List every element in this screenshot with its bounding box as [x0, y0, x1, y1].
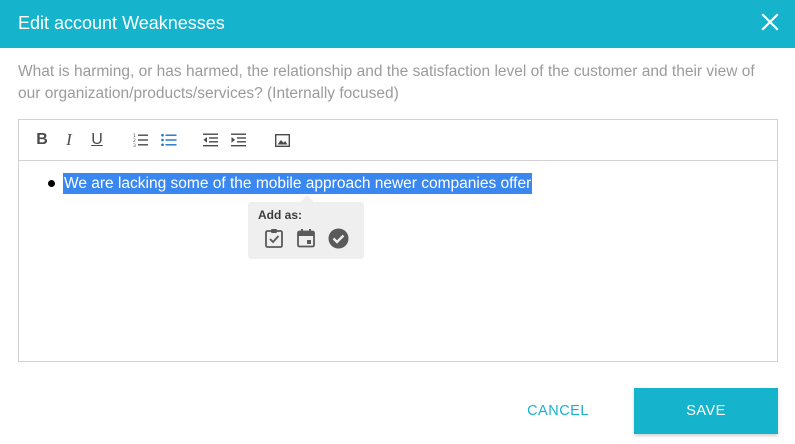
save-button[interactable]: SAVE: [634, 388, 778, 434]
dialog-header: Edit account Weaknesses: [0, 0, 795, 48]
editor-toolbar: B I U 1 2 3: [19, 120, 777, 161]
cancel-button[interactable]: CANCEL: [515, 389, 601, 433]
clipboard-check-icon[interactable]: [263, 227, 285, 249]
outdent-icon[interactable]: [202, 131, 220, 149]
close-icon[interactable]: [761, 13, 779, 31]
indent-icon[interactable]: [230, 131, 248, 149]
editor-content[interactable]: We are lacking some of the mobile approa…: [19, 162, 777, 361]
image-icon[interactable]: [273, 131, 291, 149]
list-bullet: [48, 180, 55, 187]
popover-arrow: [300, 195, 314, 202]
check-circle-icon[interactable]: [327, 227, 349, 249]
rich-text-editor[interactable]: B I U 1 2 3 We are lacking some of the m…: [18, 119, 778, 362]
numbered-list-icon[interactable]: 1 2 3: [132, 131, 150, 149]
calendar-icon[interactable]: [295, 227, 317, 249]
underline-button[interactable]: U: [88, 131, 106, 149]
bulleted-list-icon[interactable]: [160, 131, 178, 149]
italic-button[interactable]: I: [60, 131, 78, 149]
selected-list-item[interactable]: We are lacking some of the mobile approa…: [63, 173, 533, 194]
bold-button[interactable]: B: [33, 131, 51, 149]
dialog-title: Edit account Weaknesses: [18, 13, 225, 33]
svg-text:3: 3: [133, 143, 136, 147]
add-as-popover: Add as:: [248, 195, 364, 259]
add-as-label: Add as:: [258, 208, 303, 222]
field-description: What is harming, or has harmed, the rela…: [18, 63, 755, 102]
